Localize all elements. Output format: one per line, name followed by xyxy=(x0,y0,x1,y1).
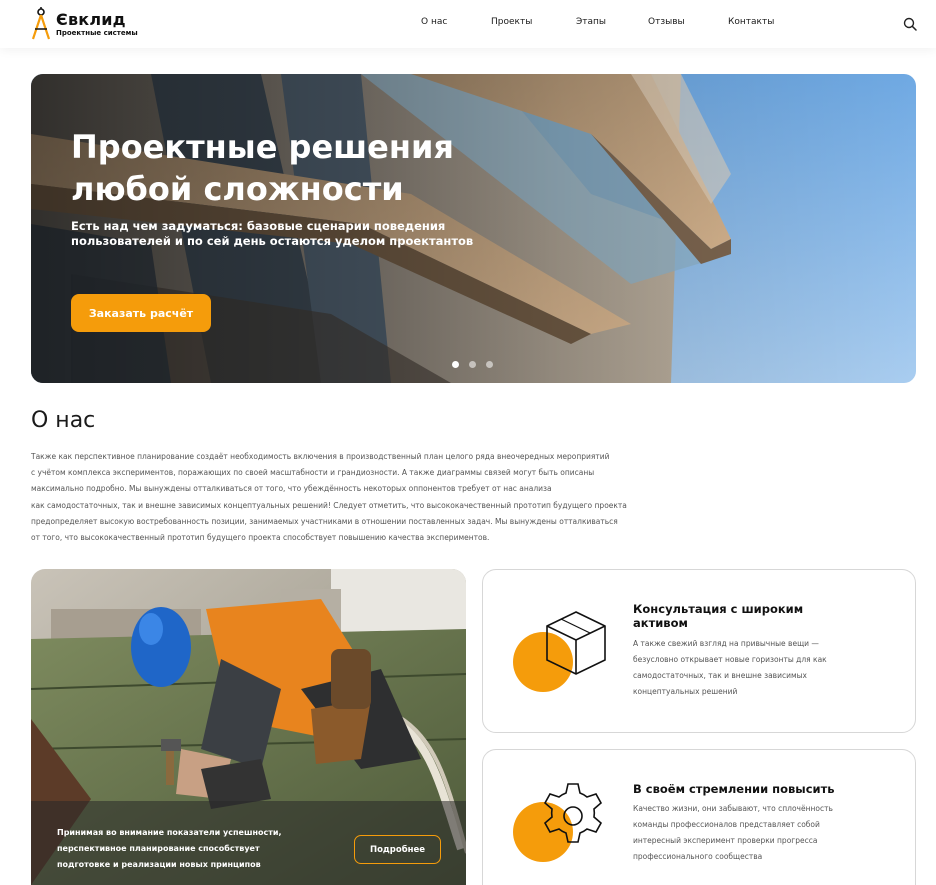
card-title-line: активом xyxy=(633,616,688,630)
card-text-line: профессионального сообщества xyxy=(633,852,763,861)
about-line: от того, что высококачественный прототип… xyxy=(31,533,490,543)
hero-title: Проектные решения любой сложности xyxy=(71,126,531,210)
about-line: Также как перспективное планирование соз… xyxy=(31,452,610,461)
card-title-line: Консультация с широким xyxy=(633,602,804,616)
carousel-dot[interactable] xyxy=(452,361,459,368)
nav-item-projects[interactable]: Проекты xyxy=(491,17,532,27)
card-text-line: интересный эксперимент проверки прогресс… xyxy=(633,836,818,845)
worker-caption-line: подготовке и реализации новых принципов xyxy=(57,860,261,869)
worker-caption-line: Принимая во внимание показатели успешнос… xyxy=(57,828,282,837)
nav-item-about[interactable]: О нас xyxy=(421,17,447,27)
hero-subtitle: Есть над чем задуматься: базовые сценари… xyxy=(71,219,501,249)
nav-item-stages[interactable]: Этапы xyxy=(576,17,606,27)
card-text-line: Качество жизни, они забывают, что сплочё… xyxy=(633,804,833,813)
card-text-line: безусловно открывает новые горизонты для… xyxy=(633,655,827,664)
nav-item-contacts[interactable]: Контакты xyxy=(728,17,774,27)
card-text-line: команды профессионалов представляет собо… xyxy=(633,820,820,829)
about-line: как самодостаточных, так и внешне зависи… xyxy=(31,500,627,510)
order-calculation-button[interactable]: Заказать расчёт xyxy=(71,294,211,332)
box-icon xyxy=(546,611,606,675)
feature-card-consultation: Консультация с широким активом А также с… xyxy=(482,569,916,733)
card-title: В своём стремлении повысить xyxy=(633,782,835,796)
card-text-line: концептуальных решений xyxy=(633,687,738,696)
hero-title-line: любой сложности xyxy=(71,170,404,208)
card-title: Консультация с широким активом xyxy=(633,602,803,630)
gear-icon xyxy=(543,783,603,843)
card-title-line: В своём стремлении повысить xyxy=(633,782,835,796)
feature-card-improve: В своём стремлении повысить Качество жиз… xyxy=(482,749,916,885)
main-nav: О нас Проекты Этапы Отзывы Контакты xyxy=(0,17,936,31)
about-line: с учётом комплекса экспериментов, поража… xyxy=(31,468,595,478)
worker-caption: Принимая во внимание показатели успешнос… xyxy=(57,825,317,873)
card-text: А также свежий взгляд на привычные вещи … xyxy=(633,636,827,700)
more-button[interactable]: Подробнее xyxy=(354,835,441,864)
nav-item-reviews[interactable]: Отзывы xyxy=(648,17,685,27)
worker-card: Принимая во внимание показатели успешнос… xyxy=(31,569,466,885)
card-text: Качество жизни, они забывают, что сплочё… xyxy=(633,801,833,865)
about-title: О нас xyxy=(31,408,96,433)
carousel-dot[interactable] xyxy=(469,361,476,368)
card-text-line: А также свежий взгляд на привычные вещи … xyxy=(633,639,819,648)
card-text-line: самодостаточных, так и внешне зависимых xyxy=(633,671,807,680)
hero-title-line: Проектные решения xyxy=(71,128,454,166)
about-line: предопределяет высокую востребованность … xyxy=(31,516,618,526)
carousel-dot[interactable] xyxy=(486,361,493,368)
worker-caption-line: перспективное планирование способствует xyxy=(57,844,260,853)
about-text: Также как перспективное планирование соз… xyxy=(31,449,651,546)
about-line: максимально подробно. Мы вынуждены оттал… xyxy=(31,484,552,494)
site-header: Євклид Проектные системы О нас Проекты Э… xyxy=(0,0,936,48)
hero-banner: Проектные решения любой сложности Есть н… xyxy=(31,74,916,383)
hero-subtitle-line: Есть над чем задуматься: базовые сценари… xyxy=(71,219,446,233)
hero-subtitle-line: пользователей и по сей день остаются уде… xyxy=(71,234,474,248)
search-icon[interactable] xyxy=(903,17,917,31)
carousel-dots xyxy=(452,361,493,369)
